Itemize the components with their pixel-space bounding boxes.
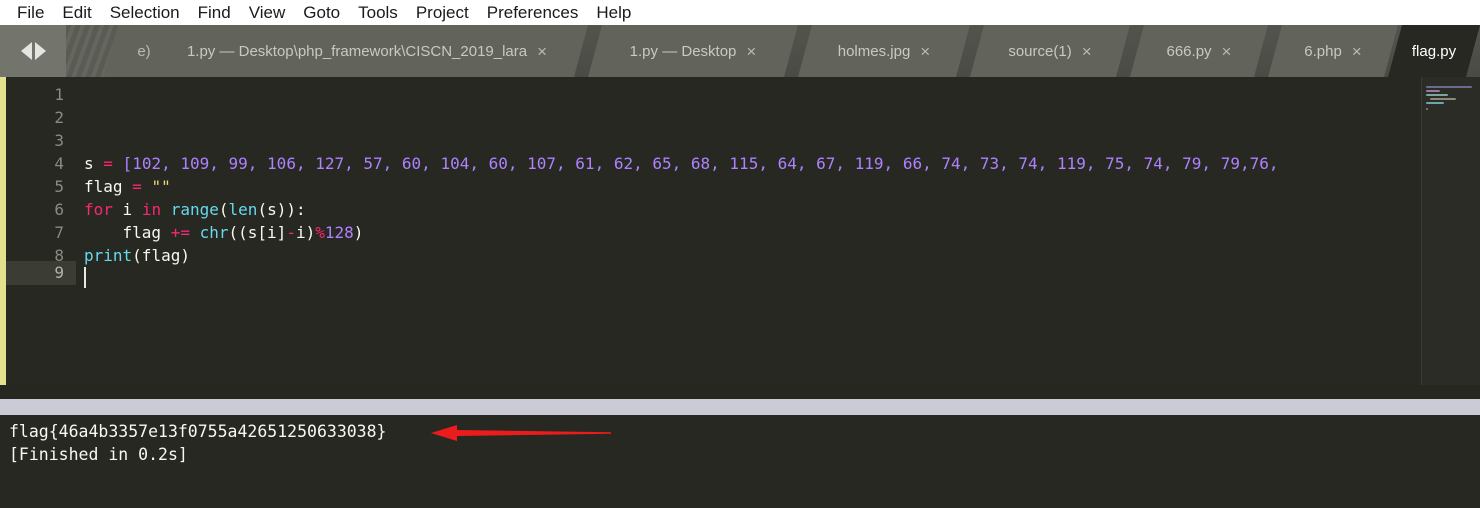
code-token-empty-string: "": [151, 177, 171, 196]
tab-label: source(1): [1008, 42, 1072, 60]
menu-item-file[interactable]: File: [8, 0, 53, 25]
line-number-gutter: 1 2 3 4 5 6 7 8 9: [6, 77, 76, 385]
menu-item-selection[interactable]: Selection: [101, 0, 189, 25]
code-line-8: print(flag): [84, 244, 190, 267]
build-output-console[interactable]: flag{46a4b3357e13f0755a42651250633038} […: [0, 415, 1480, 508]
code-token-assign: =: [132, 177, 142, 196]
code-token-assign: =: [103, 154, 113, 173]
line-number: 4: [54, 154, 64, 173]
code-line-5: flag = "": [84, 175, 171, 198]
code-token-var-s: s: [84, 154, 104, 173]
tab-label: 1.py — Desktop: [629, 42, 737, 60]
sublime-text-window: File Edit Selection Find View Goto Tools…: [0, 0, 1480, 508]
menu-item-find[interactable]: Find: [189, 0, 240, 25]
code-token-for: for: [84, 200, 113, 219]
tab-label: holmes.jpg: [837, 42, 911, 60]
code-token-modulo: %: [315, 223, 325, 242]
code-line-6: for i in range(len(s)):: [84, 198, 306, 221]
tab-list: e) 1.py — Desktop\php_framework\CISCN_20…: [0, 25, 1480, 77]
line-number: 6: [54, 200, 64, 219]
menu-item-goto[interactable]: Goto: [294, 0, 349, 25]
code-token-paren: (: [218, 200, 229, 219]
code-text-area[interactable]: s = [102, 109, 99, 106, 127, 57, 60, 104…: [76, 77, 1422, 385]
menu-bar: File Edit Selection Find View Goto Tools…: [0, 0, 1480, 25]
tab-nav-buttons: [0, 25, 66, 77]
tab-label: 1.py — Desktop\php_framework\CISCN_2019_…: [186, 42, 528, 60]
line-number: 5: [54, 177, 64, 196]
code-token-var-i: i: [112, 200, 142, 219]
code-token-bracket-open: [: [122, 154, 133, 173]
panel-separator[interactable]: [0, 399, 1480, 415]
triangle-right-icon[interactable]: [34, 42, 46, 60]
code-token-chr: chr: [199, 223, 229, 242]
line-number: 3: [54, 131, 64, 150]
menu-item-view[interactable]: View: [240, 0, 295, 25]
code-line-7: flag += chr((s[i]-i)%128): [84, 221, 364, 244]
menu-item-help[interactable]: Help: [587, 0, 640, 25]
editor-hscrollbar-track[interactable]: [0, 385, 1480, 399]
menu-item-project[interactable]: Project: [407, 0, 478, 25]
tab-label: 666.py: [1166, 42, 1212, 60]
code-token-expr: ((s[i]: [228, 223, 287, 242]
console-output-flag: flag{46a4b3357e13f0755a42651250633038}: [9, 422, 387, 441]
tab-close-icon[interactable]: ×: [746, 43, 756, 60]
code-editor[interactable]: 1 2 3 4 5 6 7 8 9 s = [102, 109, 99, 106…: [0, 77, 1480, 385]
editor-minimap[interactable]: [1421, 77, 1480, 385]
line-number: 1: [54, 85, 64, 104]
menu-item-edit[interactable]: Edit: [53, 0, 100, 25]
code-token-var-i2: i): [295, 223, 316, 242]
text-caret: [84, 267, 86, 288]
code-token-print-args: (flag): [132, 246, 190, 265]
tab-label: 6.php: [1304, 42, 1342, 60]
tab-close-icon[interactable]: ×: [1222, 43, 1232, 60]
code-token-minus: -: [286, 223, 296, 242]
code-token-128: 128: [324, 223, 354, 242]
menu-item-tools[interactable]: Tools: [349, 0, 407, 25]
tab-source-1[interactable]: source(1) ×: [970, 25, 1130, 77]
tab-close-icon[interactable]: ×: [1352, 43, 1362, 60]
tab-1py-desktop[interactable]: 1.py — Desktop ×: [588, 25, 798, 77]
tab-bar: e) 1.py — Desktop\php_framework\CISCN_20…: [0, 25, 1480, 77]
code-token-len: len: [228, 200, 258, 219]
code-token-list-values: 102, 109, 99, 106, 127, 57, 60, 104, 60,…: [132, 154, 1279, 173]
tab-holmes-jpg[interactable]: holmes.jpg ×: [798, 25, 970, 77]
triangle-left-icon[interactable]: [20, 42, 32, 60]
tab-6-php[interactable]: 6.php ×: [1268, 25, 1398, 77]
code-token-range: range: [170, 200, 219, 219]
tab-label: e): [137, 42, 151, 60]
console-output-status: [Finished in 0.2s]: [9, 445, 188, 464]
menu-item-preferences[interactable]: Preferences: [478, 0, 588, 25]
line-number-current: 9: [6, 261, 76, 285]
tab-close-icon[interactable]: ×: [920, 43, 930, 60]
tab-label: flag.py: [1411, 42, 1457, 60]
code-token-var-flag: flag: [84, 177, 133, 196]
code-token-in: in: [141, 200, 162, 219]
code-token-args: (s)):: [257, 200, 306, 219]
line-number: 2: [54, 108, 64, 127]
code-token-var-flag: flag: [84, 223, 171, 242]
tab-666-py[interactable]: 666.py ×: [1130, 25, 1268, 77]
code-token-plus-assign: +=: [170, 223, 190, 242]
code-token-close-paren: ): [353, 223, 364, 242]
tab-flag-py[interactable]: flag.py: [1388, 25, 1480, 77]
line-number: 7: [54, 223, 64, 242]
tab-close-icon[interactable]: ×: [537, 43, 547, 60]
code-line-4: s = [102, 109, 99, 106, 127, 57, 60, 104…: [84, 152, 1279, 175]
tab-close-icon[interactable]: ×: [1082, 43, 1092, 60]
tab-1py-ciscn[interactable]: 1.py — Desktop\php_framework\CISCN_2019_…: [146, 25, 588, 77]
code-token-print: print: [84, 246, 133, 265]
